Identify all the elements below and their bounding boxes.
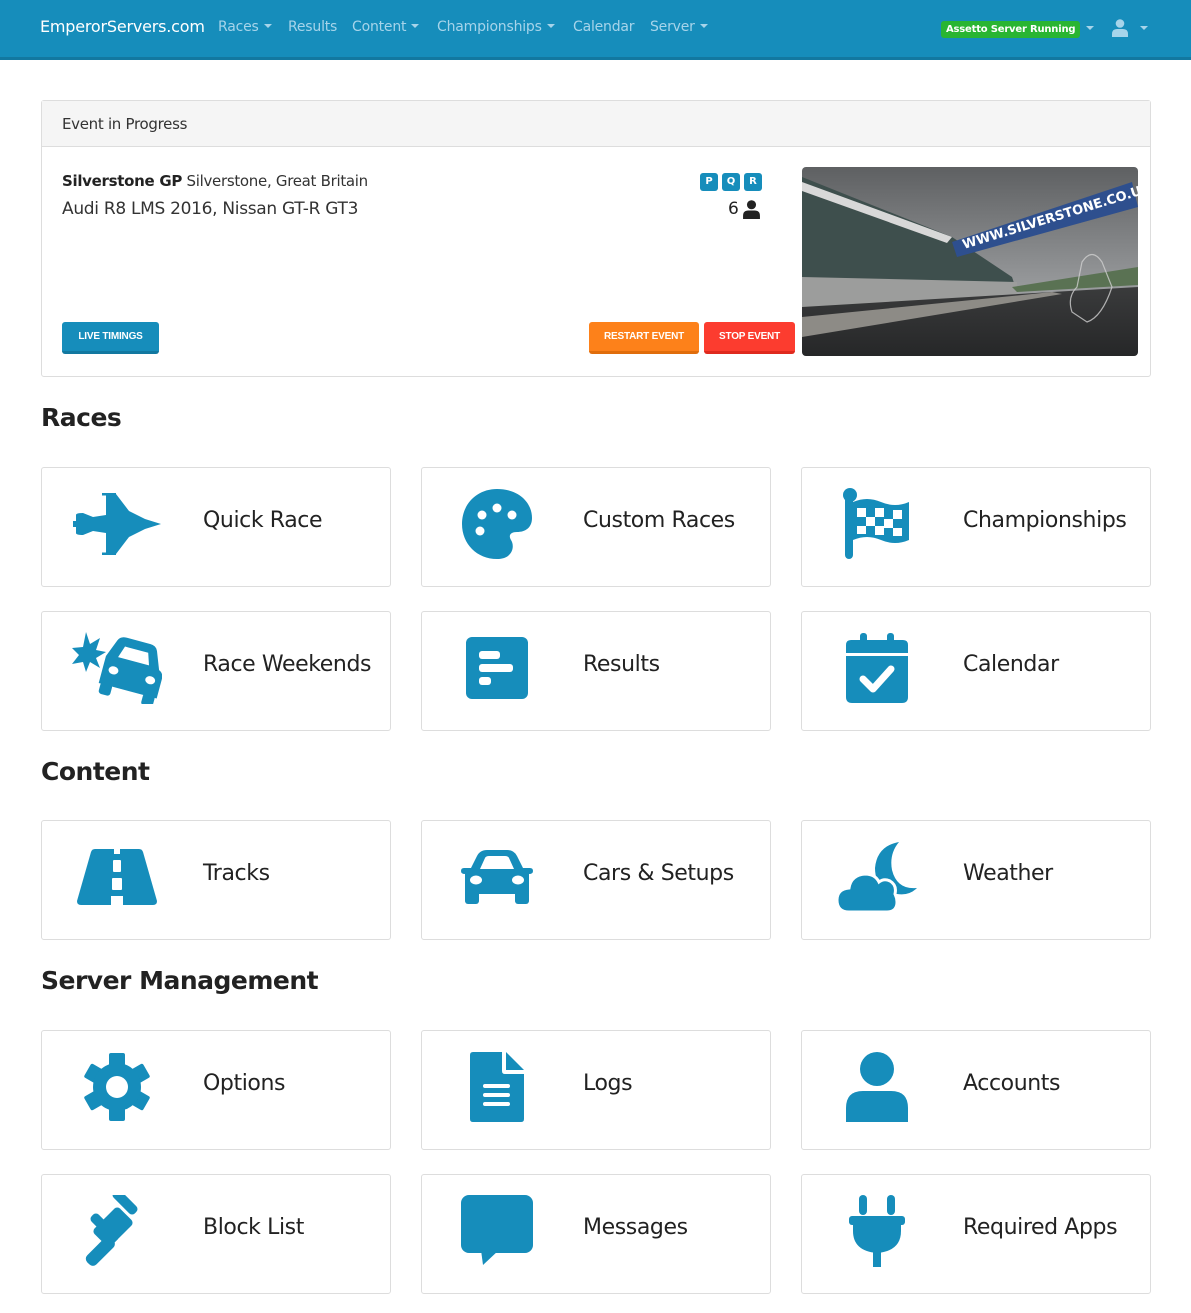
brand-link[interactable]: EmperorServers.com xyxy=(40,17,205,36)
session-badge-qualifying: Q xyxy=(722,173,740,191)
gavel-icon xyxy=(72,1195,162,1267)
event-cars: Audi R8 LMS 2016, Nissan GT-R GT3 xyxy=(62,199,359,219)
chevron-down-icon xyxy=(546,24,555,28)
tile-label: Calendar xyxy=(963,652,1059,677)
restart-event-button[interactable]: RESTART EVENT xyxy=(589,322,699,354)
event-track: Silverstone GP Silverstone, Great Britai… xyxy=(62,172,368,190)
tile-required-apps[interactable]: Required Apps xyxy=(801,1174,1151,1294)
driver-count-value: 6 xyxy=(728,199,739,219)
tile-label: Options xyxy=(203,1071,286,1096)
server-status-dropdown-icon[interactable] xyxy=(1086,26,1094,30)
nav-results-label: Results xyxy=(288,19,338,35)
poll-h-icon xyxy=(452,632,542,704)
nav-calendar[interactable]: Calendar xyxy=(573,19,635,35)
tile-label: Required Apps xyxy=(963,1215,1118,1240)
server-status-badge[interactable]: Assetto Server Running xyxy=(941,21,1081,38)
nav-content[interactable]: Content xyxy=(352,19,420,35)
tile-weather[interactable]: Weather xyxy=(801,820,1151,940)
tile-calendar[interactable]: Calendar xyxy=(801,611,1151,731)
nav-races[interactable]: Races xyxy=(218,19,272,35)
section-title-races: Races xyxy=(41,403,122,432)
nav-championships[interactable]: Championships xyxy=(437,19,555,35)
live-timings-button[interactable]: LIVE TIMINGS xyxy=(62,322,159,354)
tile-label: Accounts xyxy=(963,1071,1061,1096)
cloud-moon-icon xyxy=(832,841,922,913)
event-in-progress-card: Event in Progress Silverstone GP Silvers… xyxy=(41,100,1151,377)
nav-server-label: Server xyxy=(650,19,695,35)
tile-label: Block List xyxy=(203,1215,304,1240)
tile-accounts[interactable]: Accounts xyxy=(801,1030,1151,1150)
tile-results[interactable]: Results xyxy=(421,611,771,731)
tile-label: Messages xyxy=(583,1215,688,1240)
tile-race-weekends[interactable]: Race Weekends xyxy=(41,611,391,731)
car-icon xyxy=(452,841,542,913)
road-icon xyxy=(72,841,162,913)
user-icon xyxy=(832,1051,922,1123)
nav-calendar-label: Calendar xyxy=(573,19,635,35)
tile-block-list[interactable]: Block List xyxy=(41,1174,391,1294)
tile-label: Logs xyxy=(583,1071,633,1096)
tile-label: Results xyxy=(583,652,660,677)
cog-icon xyxy=(72,1051,162,1123)
event-card-header: Event in Progress xyxy=(42,101,1150,147)
chevron-down-icon xyxy=(699,24,708,28)
session-badges: P Q R xyxy=(700,173,762,191)
tile-label: Championships xyxy=(963,508,1127,533)
tile-label: Quick Race xyxy=(203,508,323,533)
tile-tracks[interactable]: Tracks xyxy=(41,820,391,940)
tile-championships[interactable]: Championships xyxy=(801,467,1151,587)
tile-cars-setups[interactable]: Cars & Setups xyxy=(421,820,771,940)
driver-count: 6 xyxy=(728,199,760,219)
tile-label: Custom Races xyxy=(583,508,735,533)
nav-server[interactable]: Server xyxy=(650,19,708,35)
navbar: EmperorServers.com Races Results Content… xyxy=(0,0,1191,60)
section-title-content: Content xyxy=(41,757,150,786)
tile-label: Race Weekends xyxy=(203,652,372,677)
driver-icon xyxy=(742,199,760,219)
car-crash-icon xyxy=(72,632,162,704)
user-menu-icon[interactable] xyxy=(1112,19,1128,37)
calendar-check-icon xyxy=(832,632,922,704)
checkered-flag-icon xyxy=(832,488,922,560)
track-location: Silverstone, Great Britain xyxy=(186,172,369,190)
nav-content-label: Content xyxy=(352,19,407,35)
nav-races-label: Races xyxy=(218,19,259,35)
tile-label: Tracks xyxy=(203,861,270,886)
palette-icon xyxy=(452,488,542,560)
track-preview-image: WWW.SILVERSTONE.CO.UK xyxy=(802,167,1138,356)
plug-icon xyxy=(832,1195,922,1267)
tile-custom-races[interactable]: Custom Races xyxy=(421,467,771,587)
tile-logs[interactable]: Logs xyxy=(421,1030,771,1150)
nav-results[interactable]: Results xyxy=(288,19,337,35)
user-menu-dropdown-icon[interactable] xyxy=(1140,26,1148,30)
tile-messages[interactable]: Messages xyxy=(421,1174,771,1294)
nav-championships-label: Championships xyxy=(437,19,542,35)
chevron-down-icon xyxy=(411,24,420,28)
section-title-server-management: Server Management xyxy=(41,966,319,995)
chevron-down-icon xyxy=(263,24,272,28)
session-badge-practice: P xyxy=(700,173,718,191)
track-name: Silverstone GP xyxy=(62,172,183,190)
tile-options[interactable]: Options xyxy=(41,1030,391,1150)
fighter-jet-icon xyxy=(72,488,162,560)
session-badge-race: R xyxy=(744,173,762,191)
file-alt-icon xyxy=(452,1051,542,1123)
stop-event-button[interactable]: STOP EVENT xyxy=(704,322,795,354)
tile-label: Weather xyxy=(963,861,1053,886)
tile-label: Cars & Setups xyxy=(583,861,734,886)
tile-quick-race[interactable]: Quick Race xyxy=(41,467,391,587)
comment-icon xyxy=(452,1195,542,1267)
